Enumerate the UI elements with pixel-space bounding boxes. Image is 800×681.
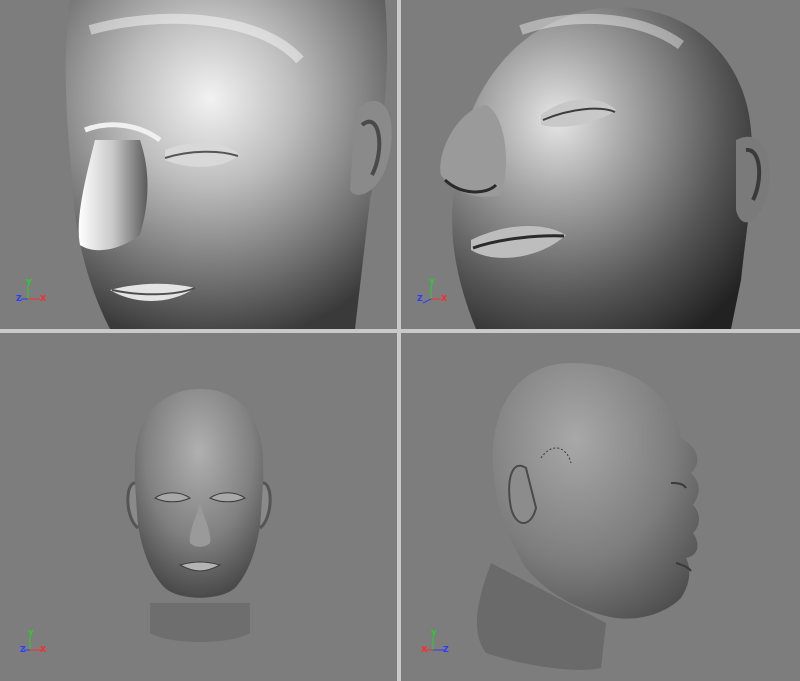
viewport-bottom-right[interactable]: Y X Z: [401, 333, 800, 681]
head-model-closeup: [65, 0, 392, 329]
axis-z-label: Z: [417, 294, 423, 303]
axis-x-label: X: [421, 645, 428, 654]
axis-y-label: Y: [431, 629, 437, 638]
axis-y-label: Y: [28, 629, 34, 638]
axis-gizmo: Y X Z: [421, 630, 455, 660]
viewport-grid: Y Z X Y Z X Y Z X Y X Z: [0, 0, 800, 681]
viewport-top-right[interactable]: Y Z X: [401, 0, 800, 329]
axis-x-label: X: [40, 645, 47, 654]
axis-x-label: X: [40, 294, 47, 303]
axis-gizmo: Y Z X: [16, 279, 50, 309]
viewport-bottom-left[interactable]: Y Z X: [0, 333, 397, 681]
axis-y-label: Y: [429, 278, 435, 287]
head-model-low-angle: [440, 7, 770, 329]
axis-gizmo: Y Z X: [20, 630, 54, 660]
axis-z-label: Z: [20, 645, 26, 654]
head-model-front: [126, 389, 272, 642]
axis-z-label: Z: [16, 294, 22, 303]
axis-y-label: Y: [26, 278, 32, 287]
axis-gizmo: Y Z X: [417, 279, 451, 309]
head-model-side: [476, 363, 699, 670]
axis-z-label: Z: [443, 645, 449, 654]
axis-x-label: X: [441, 294, 448, 303]
viewport-top-left[interactable]: Y Z X: [0, 0, 397, 329]
